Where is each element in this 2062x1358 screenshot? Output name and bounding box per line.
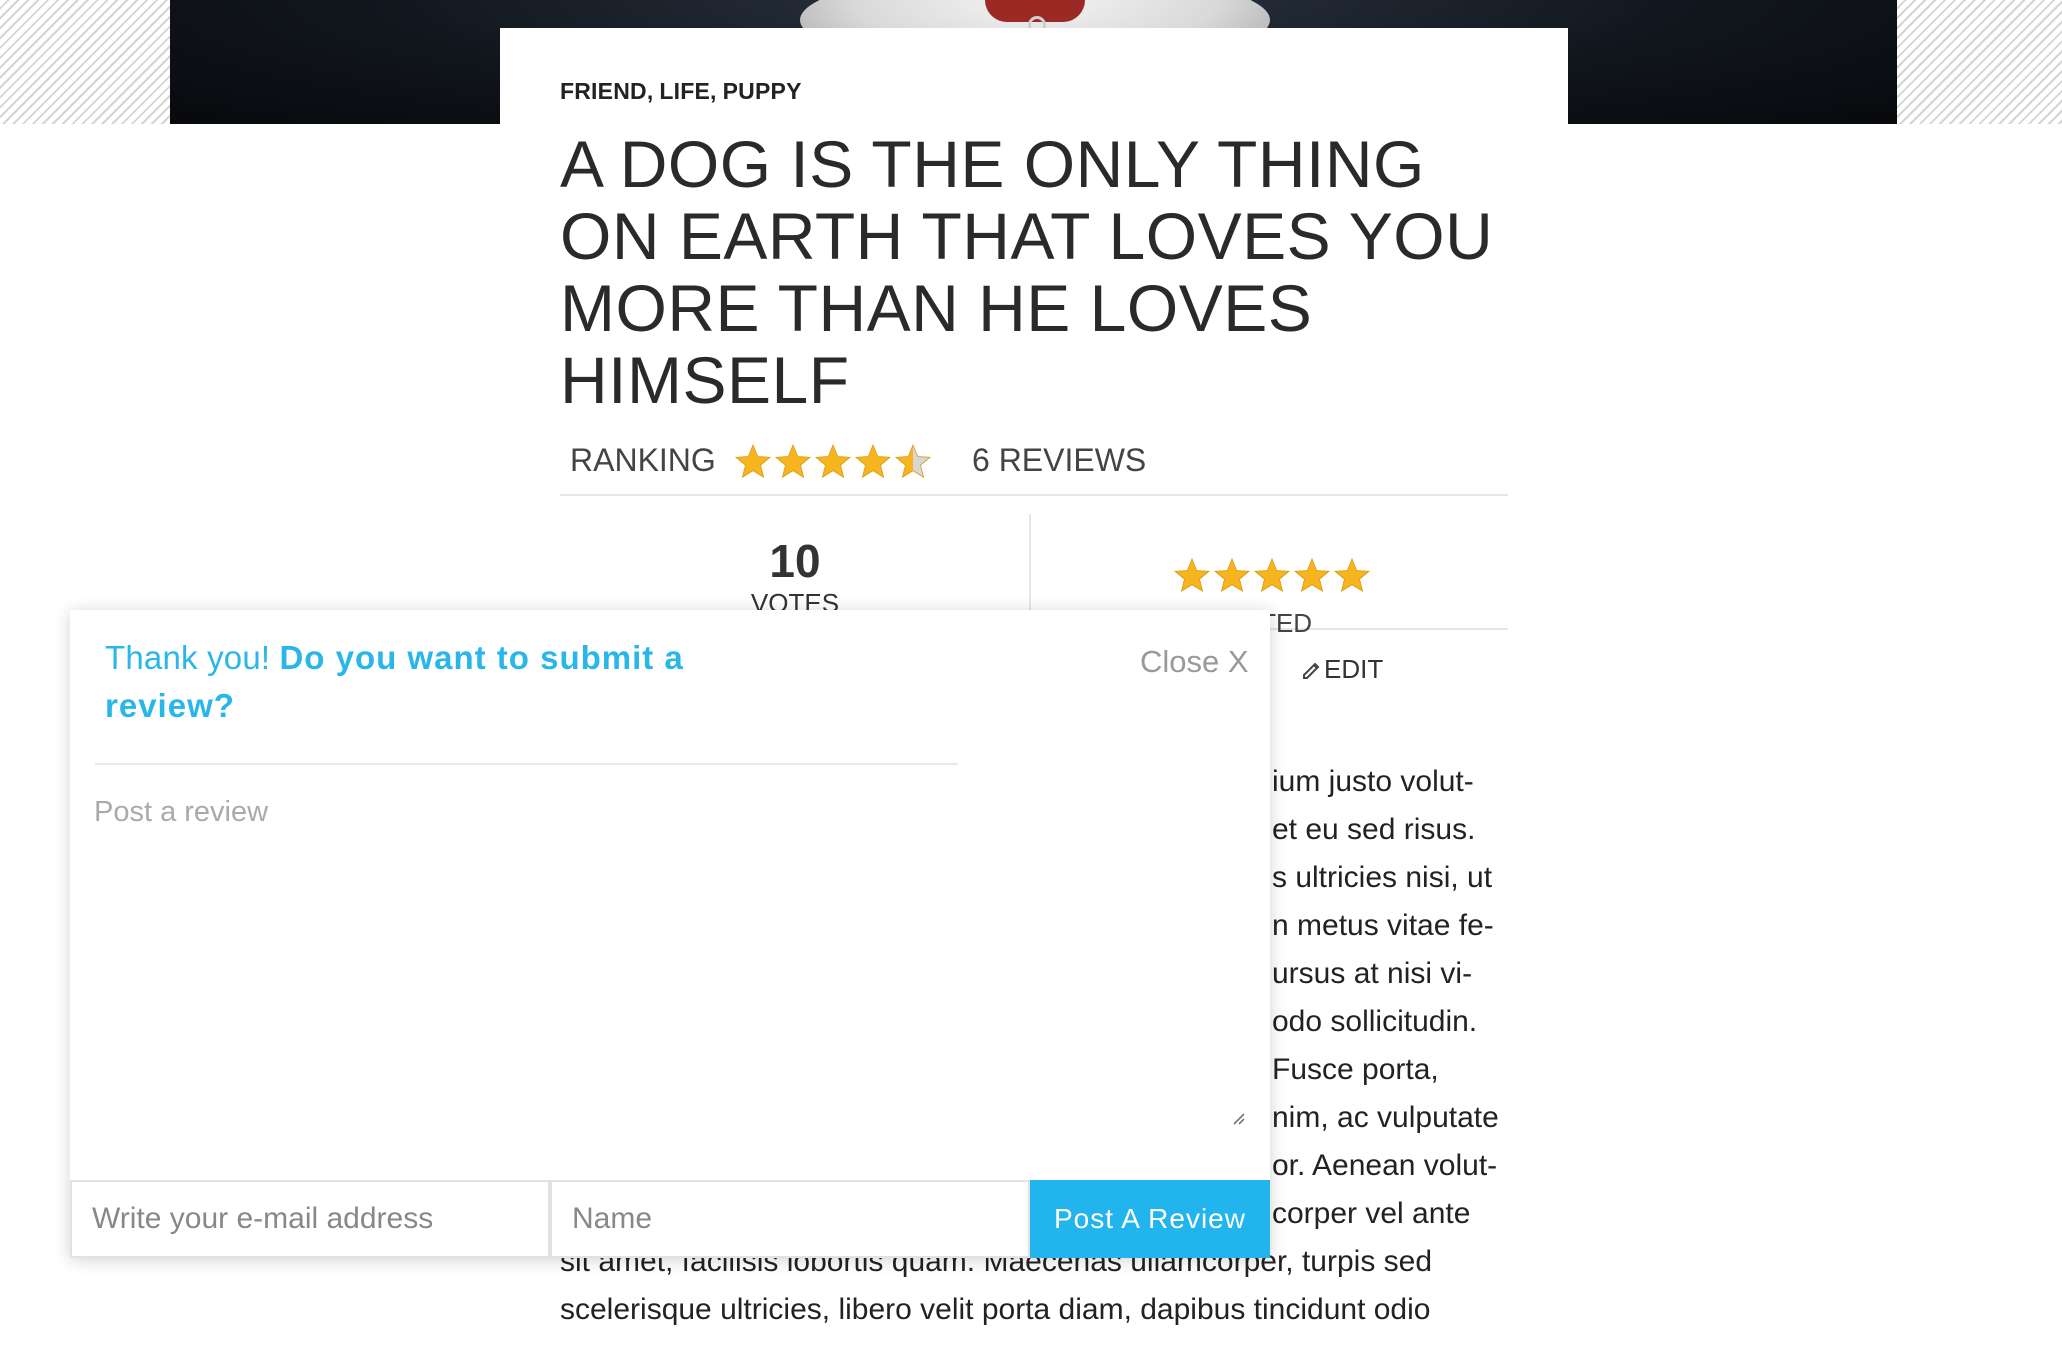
ranking-stars	[733, 442, 933, 480]
tag-friend[interactable]: FRIEND	[560, 78, 647, 104]
close-button[interactable]: Close X	[1140, 644, 1249, 680]
article-title: A DOG IS THE ONLY THING ON EARTH THAT LO…	[560, 127, 1494, 417]
star-icon	[853, 442, 893, 480]
reviews-count[interactable]: 6 REVIEWS	[972, 442, 1146, 479]
resize-handle-icon[interactable]	[1230, 1110, 1246, 1131]
tag-separator: ,	[646, 78, 654, 104]
review-textarea[interactable]	[94, 796, 1254, 1210]
article-body-line: scelerisque ultricies, libero velit port…	[560, 1293, 1431, 1326]
pencil-icon	[1300, 656, 1322, 687]
edit-link[interactable]: EDIT	[1300, 654, 1383, 687]
review-modal-heading: Thank you! Do you want to submit a revie…	[105, 634, 805, 730]
star-icon	[1212, 556, 1252, 594]
star-icon	[1292, 556, 1332, 594]
ranking-label: RANKING	[570, 442, 716, 478]
email-input[interactable]	[70, 1180, 550, 1258]
tag-separator: ,	[710, 78, 717, 104]
star-icon	[813, 442, 853, 480]
review-modal: Thank you! Do you want to submit a revie…	[70, 610, 1270, 1258]
star-icon	[1252, 556, 1292, 594]
decorative-stripes-left	[0, 0, 170, 124]
modal-divider	[95, 763, 958, 765]
star-icon	[773, 442, 813, 480]
votes-number: 10	[769, 535, 821, 587]
star-icon	[1172, 556, 1212, 594]
tag-life[interactable]: LIFE	[659, 78, 710, 104]
edit-label: EDIT	[1324, 654, 1384, 684]
tag-puppy[interactable]: PUPPY	[723, 78, 802, 104]
star-icon	[893, 442, 933, 480]
post-review-button[interactable]: Post A Review	[1030, 1180, 1270, 1258]
star-icon	[733, 442, 773, 480]
thanks-text: Thank you!	[105, 639, 271, 676]
review-form-row: Post A Review	[70, 1180, 1270, 1258]
name-input[interactable]	[550, 1180, 1030, 1258]
star-icon	[1332, 556, 1372, 594]
ranking-row: RANKING 6 REVIEWS	[560, 436, 1508, 496]
article-tags: FRIEND, LIFE, PUPPY	[560, 78, 802, 105]
rated-stars[interactable]	[1172, 556, 1372, 594]
decorative-stripes-right	[1897, 0, 2062, 124]
